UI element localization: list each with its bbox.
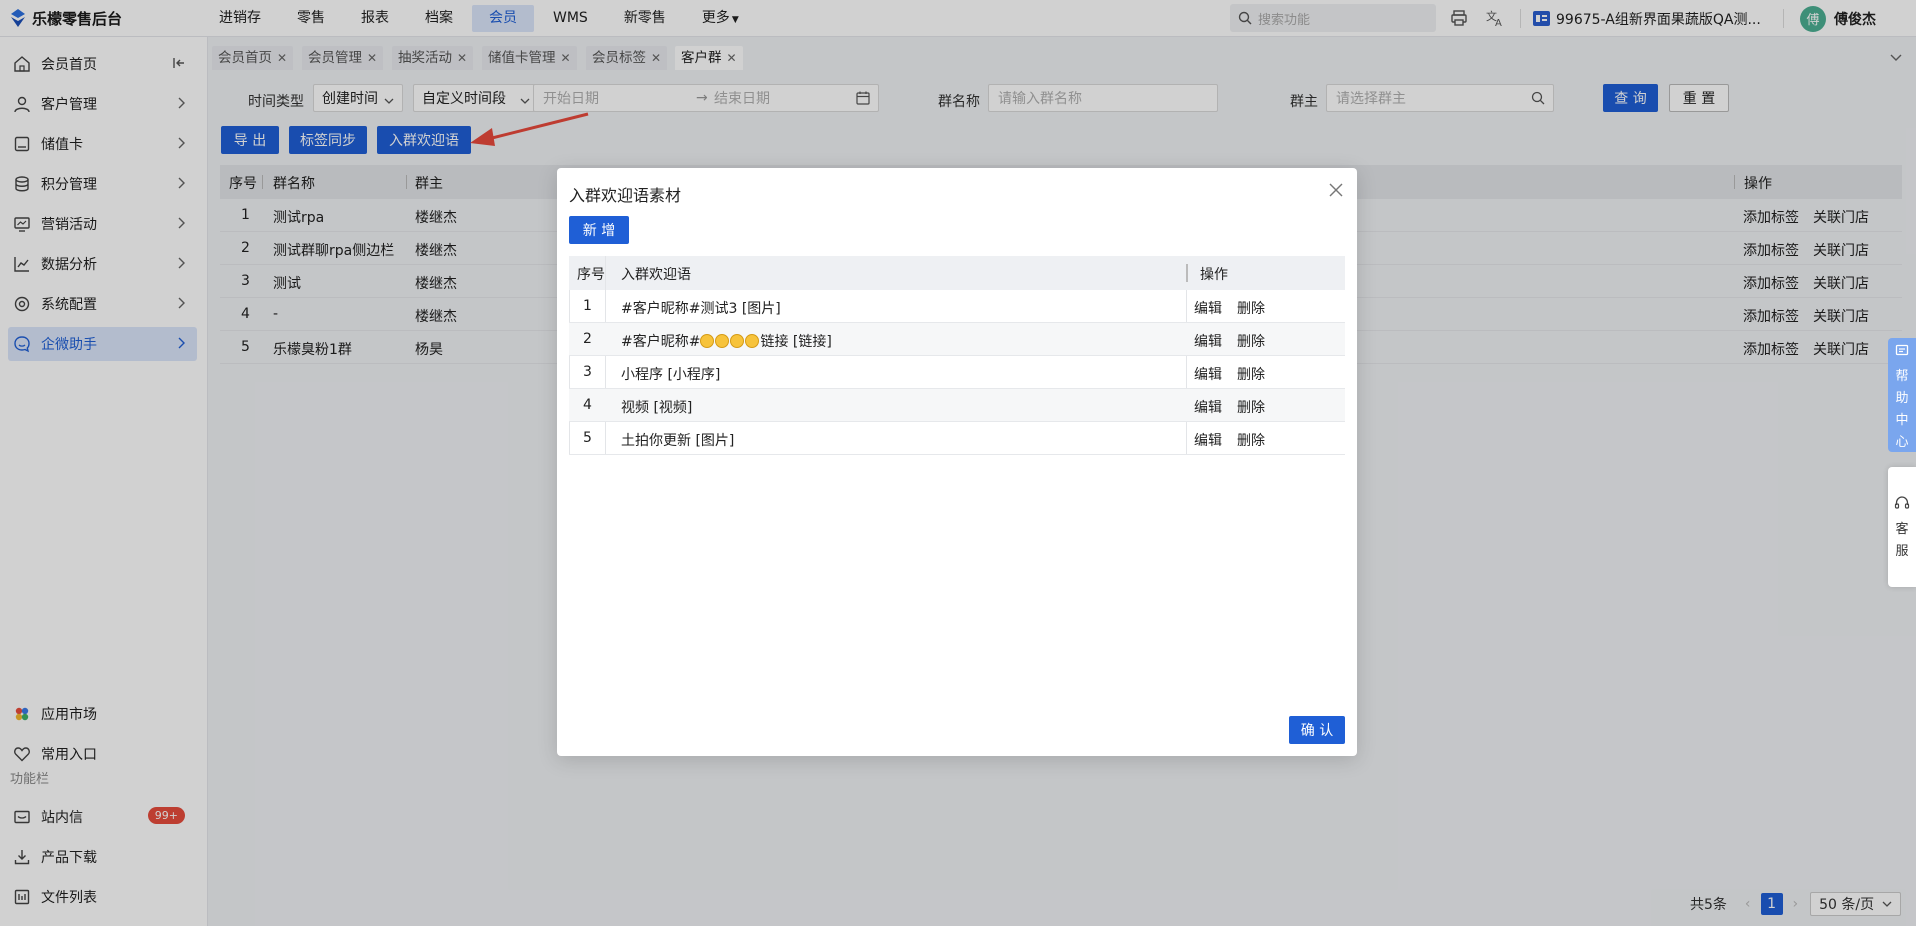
service-char: 服 (1895, 544, 1909, 559)
close-icon[interactable] (1329, 183, 1343, 201)
add-button[interactable]: 新 增 (569, 216, 629, 244)
row-index: 1 (583, 298, 592, 314)
delete-link[interactable]: 删除 (1237, 331, 1265, 351)
edit-link[interactable]: 编辑 (1194, 397, 1222, 417)
edit-link[interactable]: 编辑 (1194, 364, 1222, 384)
header-ops: 操作 (1200, 267, 1228, 283)
delete-link[interactable]: 删除 (1237, 430, 1265, 450)
column-resize-handle[interactable] (1186, 264, 1188, 282)
grin-emoji-icon (745, 334, 760, 348)
delete-link[interactable]: 删除 (1237, 364, 1265, 384)
row-index: 3 (583, 364, 592, 380)
welcome-text: #客户昵称#测试3 [图片] (621, 301, 781, 317)
header-index: 序号 (577, 267, 605, 283)
service-char: 客 (1895, 522, 1909, 537)
welcome-text: 小程序 [小程序] (621, 367, 721, 383)
grin-emoji-icon (730, 334, 745, 348)
welcome-material-dialog: 入群欢迎语素材 新 增 序号 入群欢迎语 操作 1 #客户昵称#测试3 [图片]… (557, 168, 1357, 756)
table-header: 序号 入群欢迎语 操作 (569, 256, 1345, 290)
welcome-text: 视频 [视频] (621, 400, 693, 416)
table-row: 5 土拍你更新 [图片] 编辑 删除 (569, 422, 1345, 455)
headset-icon (1894, 495, 1910, 519)
help-char: 心 (1895, 435, 1909, 450)
table-row: 1 #客户昵称#测试3 [图片] 编辑 删除 (569, 290, 1345, 323)
welcome-text-prefix: #客户昵称# (621, 334, 701, 350)
table-row: 3 小程序 [小程序] 编辑 删除 (569, 356, 1345, 389)
welcome-text: #客户昵称# 链接 [链接] (621, 331, 832, 351)
welcome-text: 土拍你更新 [图片] (621, 433, 735, 449)
row-index: 4 (583, 397, 592, 413)
confirm-button[interactable]: 确 认 (1289, 716, 1345, 744)
customer-service-button[interactable]: 客 服 (1888, 467, 1916, 587)
table-row: 4 视频 [视频] 编辑 删除 (569, 389, 1345, 422)
welcome-text-suffix: 链接 [链接] (760, 334, 832, 350)
grin-emoji-icon (715, 334, 730, 348)
dialog-title: 入群欢迎语素材 (569, 186, 682, 205)
edit-link[interactable]: 编辑 (1194, 430, 1222, 450)
divider (605, 256, 606, 290)
help-center-button[interactable]: 帮 助 中 心 (1888, 338, 1916, 452)
header-text: 入群欢迎语 (621, 267, 691, 283)
delete-link[interactable]: 删除 (1237, 298, 1265, 318)
table-row: 2 #客户昵称# 链接 [链接] 编辑 删除 (569, 323, 1345, 356)
help-char: 助 (1895, 391, 1909, 406)
message-icon (1895, 344, 1909, 366)
row-index: 2 (583, 331, 592, 347)
help-char: 中 (1895, 413, 1909, 428)
row-index: 5 (583, 430, 592, 446)
grin-emoji-icon (700, 334, 715, 348)
delete-link[interactable]: 删除 (1237, 397, 1265, 417)
edit-link[interactable]: 编辑 (1194, 298, 1222, 318)
help-char: 帮 (1895, 369, 1909, 384)
edit-link[interactable]: 编辑 (1194, 331, 1222, 351)
